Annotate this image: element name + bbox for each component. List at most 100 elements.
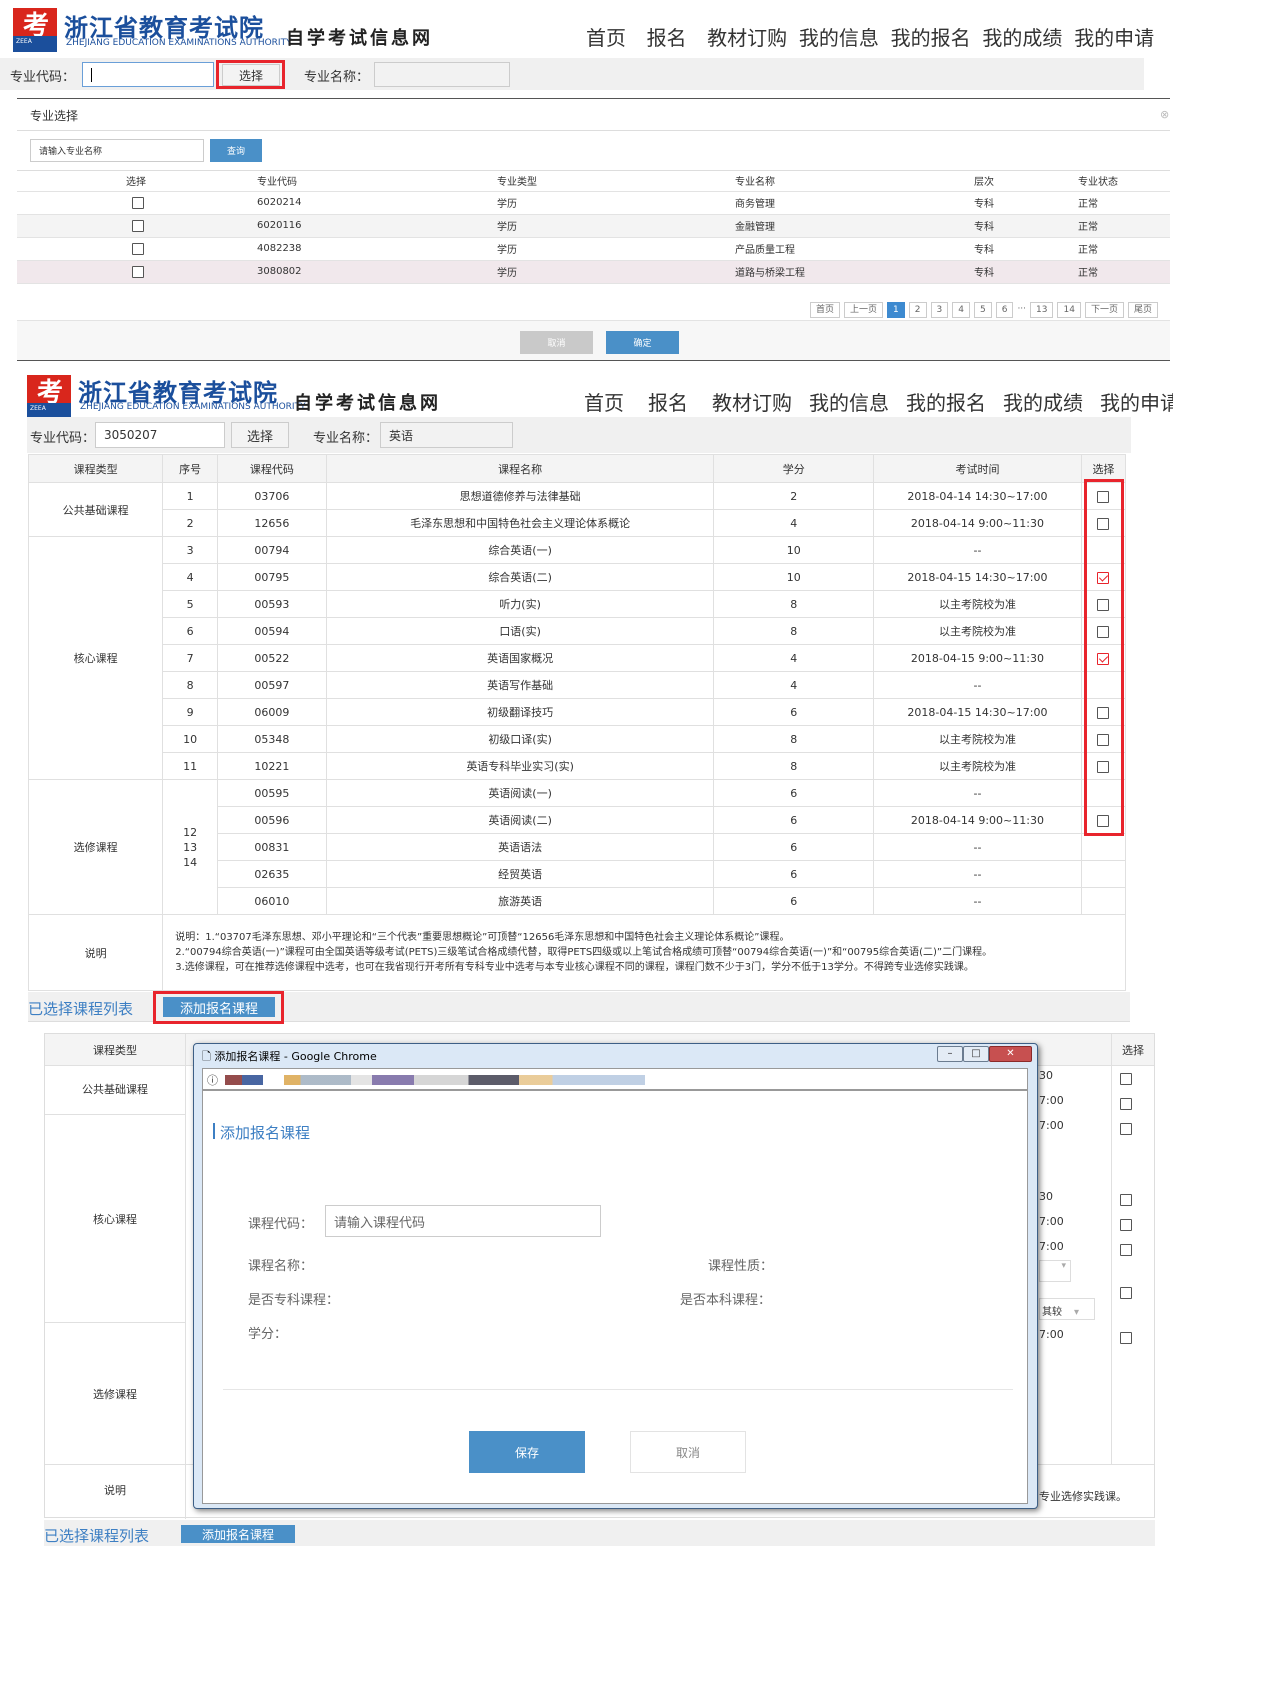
row-checkbox[interactable] (1120, 1097, 1132, 1110)
main-nav: 首页 报名 教材订购 我的信息 我的报名 我的成绩 我的申请 (586, 22, 1166, 51)
row-checkbox[interactable] (132, 242, 144, 255)
row-checkbox[interactable] (1120, 1286, 1132, 1299)
nav-my-info[interactable]: 我的信息 (799, 22, 891, 51)
pager-page[interactable]: 2 (908, 302, 927, 318)
course-name-cell: 英语写作基础 (325, 671, 715, 699)
note-line: 3.选修课程，可在推荐选修课程中选考，也可在我省现行开考所有专科专业中选考与本专… (175, 962, 974, 973)
course-name-cell: 旅游英语 (325, 887, 715, 915)
zeea-logo-icon: 考 ZEEA (27, 375, 71, 419)
site-subtitle: ZHEJIANG EDUCATION EXAMINATIONS AUTHORIT… (80, 402, 306, 412)
table-row[interactable]: 3080802 学历 道路与桥梁工程 专科 正常 (17, 260, 1170, 284)
cancel-button[interactable]: 取消 (520, 331, 593, 354)
nav-my-scores[interactable]: 我的成绩 (1003, 387, 1100, 416)
course-table: 课程类型 序号 课程代码 课程名称 学分 考试时间 选择 公共基础课程 1 0370… (27, 454, 1127, 991)
credit-cell: 8 (713, 617, 875, 645)
major-search-input[interactable]: 请输入专业名称 (30, 139, 204, 162)
row-checkbox[interactable] (132, 265, 144, 278)
nav-register[interactable]: 报名 (647, 22, 708, 51)
nav-my-scores[interactable]: 我的成绩 (982, 22, 1074, 51)
table-row: 7 00522 英语国家概况 4 2018-04-15 9:00~11:30 (29, 644, 1127, 672)
nav-my-registration[interactable]: 我的报名 (906, 387, 1003, 416)
table-row: 选修课程 12 13 14 00595 英语阅读(一) 6 -- (27, 779, 1127, 915)
table-row[interactable]: 6020214 学历 商务管理 专科 正常 (17, 191, 1170, 215)
row-checkbox[interactable] (1120, 1331, 1132, 1344)
confirm-button[interactable]: 确定 (606, 331, 679, 354)
nav-my-registration[interactable]: 我的报名 (891, 22, 983, 51)
pager-page[interactable]: 6 (995, 302, 1014, 318)
table-row[interactable]: 4082238 学历 产品质量工程 专科 正常 (17, 237, 1170, 261)
table-row: 4 00795 综合英语(二) 10 2018-04-15 14:30~17:00 (29, 563, 1127, 591)
pager-page[interactable]: 5 (973, 302, 992, 318)
site-subtitle: ZHEJIANG EDUCATION EXAMINATIONS AUTHORIT… (66, 38, 292, 48)
pager-page[interactable]: 3 (930, 302, 949, 318)
select-cell (1080, 833, 1127, 861)
exam-time-cell: 2018-04-14 9:00~11:30 (873, 509, 1082, 537)
selected-list-label: 已选择课程列表 (28, 1000, 134, 1018)
zeea-logo-icon: 考 ZEEA (13, 8, 57, 52)
pager-page[interactable]: 1 (887, 302, 905, 318)
address-bar[interactable]: ⓘ (202, 1068, 1028, 1090)
course-name-cell: 英语阅读(二) (325, 806, 715, 834)
choose-major-button[interactable]: 选择 (231, 422, 289, 448)
is-zhuanke-label: 是否专科课程： (248, 1293, 340, 1308)
nav-my-application[interactable]: 我的申请 (1100, 387, 1173, 416)
exam-time-cell: 2018-04-14 14:30~17:00 (873, 482, 1082, 510)
table-row[interactable]: 6020116 学历 金融管理 专科 正常 (17, 214, 1170, 238)
course-code-cell: 00794 (217, 536, 327, 564)
seq-cell: 8 (162, 671, 218, 699)
major-code-label: 专业代码： (10, 70, 76, 85)
course-name-cell: 英语阅读(一) (325, 779, 715, 807)
pager-ellipsis: ··· (1017, 302, 1027, 318)
course-code-cell: 05348 (217, 725, 327, 753)
row-checkbox[interactable] (1120, 1218, 1132, 1231)
major-code-input[interactable] (82, 62, 214, 87)
highlight-box (1084, 479, 1124, 836)
major-code-input[interactable]: 3050207 (95, 422, 225, 448)
row-checkbox[interactable] (132, 219, 144, 232)
nav-textbook[interactable]: 教材订购 (707, 22, 799, 51)
row-checkbox[interactable] (1120, 1243, 1132, 1256)
cancel-button[interactable]: 取消 (630, 1431, 746, 1473)
nav-textbook[interactable]: 教材订购 (712, 387, 809, 416)
pager-page[interactable]: 13 (1030, 302, 1054, 318)
course-code-cell: 00595 (217, 779, 327, 807)
modal-heading: 添加报名课程 (220, 1124, 311, 1142)
nav-register[interactable]: 报名 (648, 387, 712, 416)
course-code-cell: 06010 (217, 887, 327, 915)
row-checkbox[interactable] (1120, 1122, 1132, 1135)
course-name-cell: 经贸英语 (325, 860, 715, 888)
credit-cell: 4 (713, 509, 875, 537)
save-button[interactable]: 保存 (469, 1431, 585, 1473)
nav-home[interactable]: 首页 (586, 22, 647, 51)
course-code-cell: 00593 (217, 590, 327, 618)
course-name-cell: 听力(实) (325, 590, 715, 618)
pager-prev[interactable]: 上一页 (844, 302, 884, 318)
close-icon[interactable]: ✕ (989, 1046, 1032, 1062)
row-checkbox[interactable] (1120, 1193, 1132, 1206)
pager-page[interactable]: 4 (952, 302, 970, 318)
minimize-icon[interactable]: – (937, 1046, 963, 1062)
highlight-box (153, 991, 284, 1024)
pager-next[interactable]: 下一页 (1084, 302, 1124, 318)
nav-home[interactable]: 首页 (584, 387, 648, 416)
major-code-label: 专业代码： (30, 431, 96, 446)
major-name-field (374, 62, 510, 87)
query-button[interactable]: 查询 (210, 139, 262, 162)
course-name-cell: 毛泽东思想和中国特色社会主义理论体系概论 (325, 509, 715, 537)
row-checkbox[interactable] (132, 196, 144, 209)
exam-time-cell: -- (873, 887, 1082, 915)
major-table: 选择 专业代码 专业类型 专业名称 层次 专业状态 6020214 学历 商务管理专… (17, 171, 1170, 284)
pager-page[interactable]: 14 (1057, 302, 1081, 318)
close-icon[interactable]: ⊗ (1160, 108, 1169, 121)
add-course-button[interactable]: 添加报名课程 (181, 1525, 295, 1543)
maximize-icon[interactable]: □ (963, 1046, 989, 1062)
exam-time-cell: -- (873, 860, 1082, 888)
course-name-cell: 思想道德修养与法律基础 (325, 482, 715, 510)
row-checkbox[interactable] (1120, 1072, 1132, 1085)
pager-first[interactable]: 首页 (810, 302, 841, 318)
course-code-input[interactable]: 请输入课程代码 (325, 1205, 601, 1237)
pager-last[interactable]: 尾页 (1127, 302, 1158, 318)
seq-cell: 9 (162, 698, 218, 726)
nav-my-application[interactable]: 我的申请 (1074, 22, 1166, 51)
nav-my-info[interactable]: 我的信息 (809, 387, 906, 416)
